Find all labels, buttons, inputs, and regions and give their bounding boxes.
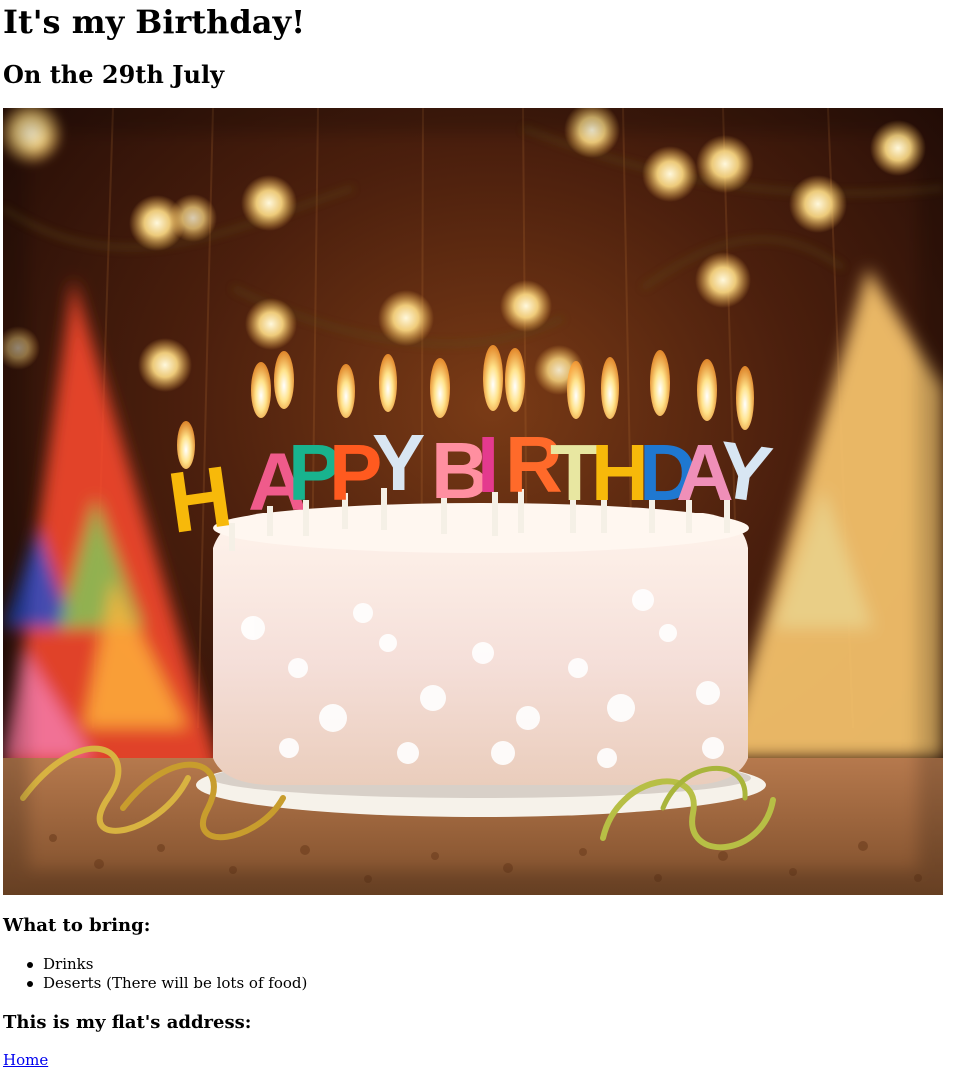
flame-icon [505, 348, 525, 412]
bring-list: Drinks Deserts (There will be lots of fo… [26, 955, 308, 993]
birthday-cake-illustration: H A P P Y B I R T H D A Y [3, 108, 943, 895]
flame-icon [430, 358, 450, 418]
candle-letter-h: H [163, 448, 238, 552]
candle-letter-i: I [477, 420, 499, 509]
list-item: Deserts (There will be lots of food) [26, 974, 308, 992]
address-heading: This is my flat's address: [3, 1012, 252, 1033]
flame-icon [483, 345, 503, 411]
page-title: It's my Birthday! [3, 3, 306, 41]
flame-icon [736, 366, 754, 430]
list-item: Drinks [26, 955, 307, 974]
flame-icon [177, 421, 195, 469]
flame-icon [251, 362, 271, 418]
birthday-cake-photo: H A P P Y B I R T H D A Y [3, 108, 943, 895]
flame-icon [274, 351, 294, 409]
page-subtitle: On the 29th July [3, 60, 225, 89]
flame-icon [601, 357, 619, 419]
what-to-bring-heading: What to bring: [3, 915, 151, 936]
flame-icon [697, 359, 717, 421]
flame-icon [567, 361, 585, 419]
flame-icon [337, 364, 355, 418]
flame-icon [379, 354, 397, 412]
home-link[interactable]: Home [3, 1050, 48, 1070]
flame-icon [650, 350, 670, 416]
cake [213, 503, 749, 785]
candle-letter-y: Y [372, 418, 425, 507]
